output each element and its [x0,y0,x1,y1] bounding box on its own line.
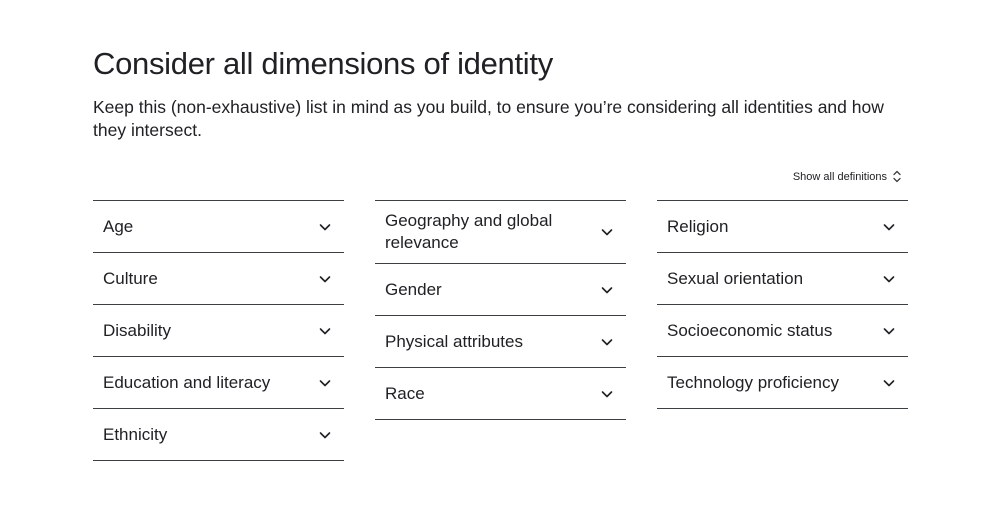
accordion-item-socioeconomic-status[interactable]: Socioeconomic status [657,305,908,357]
accordion-item-disability[interactable]: Disability [93,305,344,357]
accordion-item-technology-proficiency[interactable]: Technology proficiency [657,357,908,409]
chevron-down-icon [883,379,895,386]
accordion-item-religion[interactable]: Religion [657,201,908,253]
accordion-item-gender[interactable]: Gender [375,264,626,316]
chevron-down-icon [319,327,331,334]
accordion-item-geography-and-global-relevance[interactable]: Geography and global relevance [375,201,626,264]
page-subtitle: Keep this (non-exhaustive) list in mind … [93,97,884,140]
accordion-item-ethnicity[interactable]: Ethnicity [93,409,344,461]
accordion-item-label: Race [385,383,425,403]
chevron-down-icon [601,286,613,293]
accordion-item-label: Geography and global relevance [385,211,553,252]
chevron-down-icon [319,431,331,438]
accordion-item-label: Sexual orientation [667,268,804,288]
show-all-definitions-label: Show all definitions [792,170,887,183]
accordion-item-label: Gender [385,279,442,299]
accordion-item-race[interactable]: Race [375,368,626,420]
unfold-more-icon [893,170,901,183]
chevron-down-icon [601,229,613,236]
identity-column-2: Geography and global relevance Gender Ph… [375,200,626,461]
accordion-item-culture[interactable]: Culture [93,253,344,305]
accordion-item-label: Ethnicity [103,424,168,444]
chevron-down-icon [883,327,895,334]
chevron-down-icon [601,338,613,345]
show-all-definitions-button[interactable]: Show all definitions [793,170,902,183]
identity-dimensions-section: Consider all dimensions of identity Keep… [93,0,908,529]
accordion-item-age[interactable]: Age [93,201,344,253]
identity-column-1: Age Culture Disability Education and lit… [93,200,344,461]
accordion-item-label: Education and literacy [103,372,271,392]
accordion-item-label: Socioeconomic status [667,320,833,340]
accordion-item-education-and-literacy[interactable]: Education and literacy [93,357,344,409]
chevron-down-icon [883,223,895,230]
accordion-item-label: Religion [667,216,729,236]
page-title: Consider all dimensions of identity [93,46,553,81]
accordion-item-label: Physical attributes [385,331,523,351]
identity-columns: Age Culture Disability Education and lit… [93,200,908,461]
chevron-down-icon [319,379,331,386]
accordion-item-label: Culture [103,268,158,288]
chevron-down-icon [601,390,613,397]
accordion-item-label: Technology proficiency [667,372,839,392]
chevron-down-icon [883,275,895,282]
accordion-item-label: Age [103,216,134,236]
chevron-down-icon [319,275,331,282]
accordion-item-label: Disability [103,320,172,340]
accordion-item-physical-attributes[interactable]: Physical attributes [375,316,626,368]
chevron-down-icon [319,223,331,230]
accordion-item-sexual-orientation[interactable]: Sexual orientation [657,253,908,305]
identity-column-3: Religion Sexual orientation Socioeconomi… [657,200,908,461]
